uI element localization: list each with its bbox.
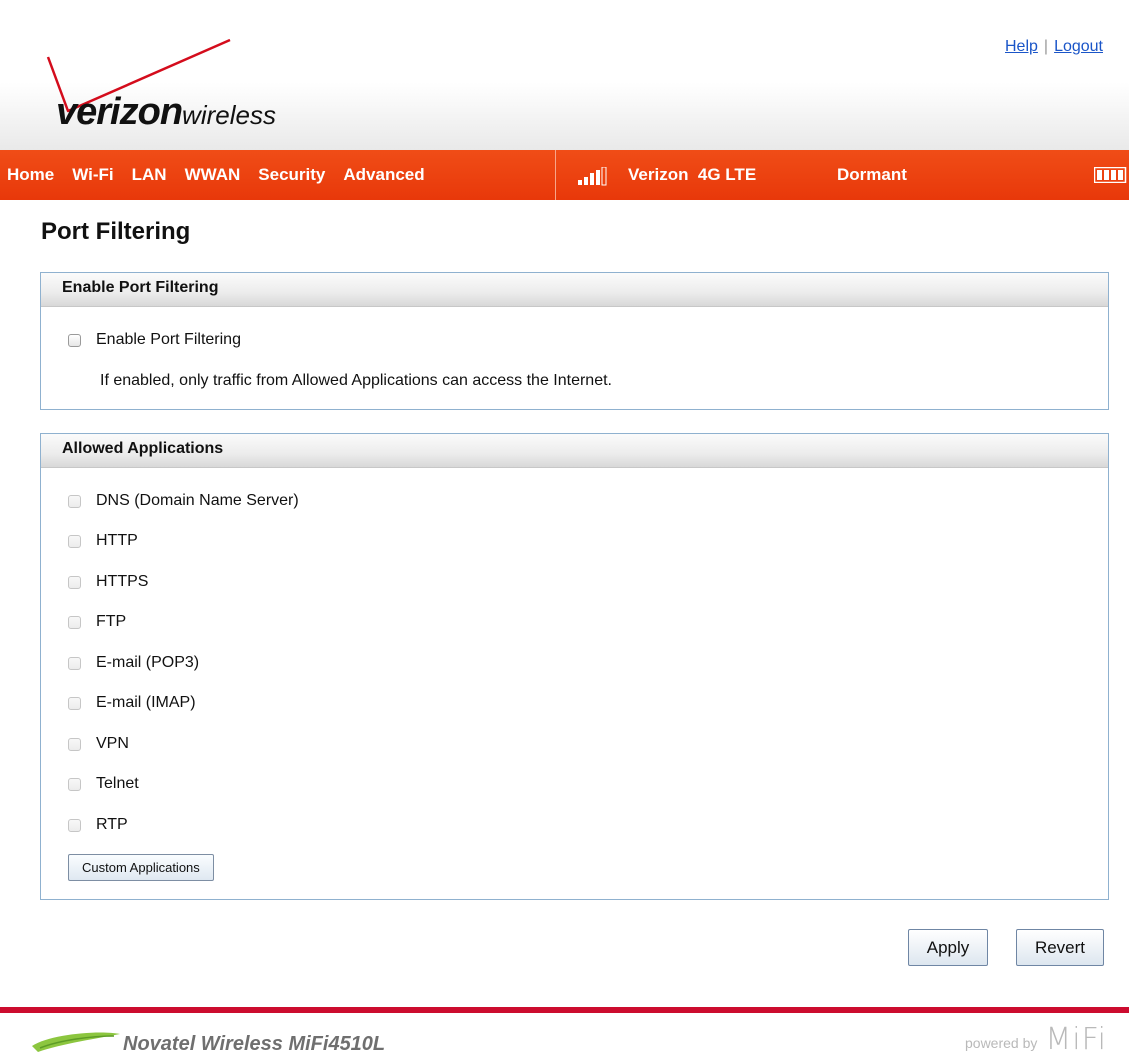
app-checkbox-ftp[interactable] — [68, 615, 81, 629]
footer-product-name: Novatel Wireless MiFi4510L — [123, 1033, 386, 1055]
powered-by-text: powered by — [965, 1035, 1038, 1051]
revert-button[interactable]: Revert — [1016, 929, 1104, 966]
nav-item-lan[interactable]: LAN — [123, 165, 176, 185]
verizon-wireless-logo: verizonwireless — [40, 35, 360, 145]
nav-divider — [555, 150, 556, 200]
app-label: E-mail (IMAP) — [96, 694, 196, 711]
top-links-separator: | — [1043, 38, 1049, 55]
header: verizonwireless Help | Logout — [0, 0, 1129, 150]
nav-menu: Home Wi-Fi LAN WWAN Security Advanced — [0, 150, 434, 200]
app-label: RTP — [96, 816, 128, 833]
powered-by-mifi-logo: powered by MiFi — [965, 1022, 1107, 1057]
app-row-email-imap[interactable]: E-mail (IMAP) — [68, 694, 196, 712]
top-links: Help | Logout — [1005, 38, 1103, 56]
enable-port-filtering-label: Enable Port Filtering — [96, 331, 241, 348]
app-checkbox-rtp[interactable] — [68, 818, 81, 832]
app-checkbox-telnet[interactable] — [68, 777, 81, 791]
enable-port-filtering-row[interactable]: Enable Port Filtering — [68, 331, 241, 349]
app-checkbox-email-imap[interactable] — [68, 696, 81, 710]
app-row-dns[interactable]: DNS (Domain Name Server) — [68, 492, 299, 510]
app-row-vpn[interactable]: VPN — [68, 735, 129, 753]
carrier-name: Verizon 4G LTE — [628, 165, 757, 184]
app-label: E-mail (POP3) — [96, 654, 200, 671]
nav-item-security[interactable]: Security — [249, 165, 334, 185]
app-checkbox-dns[interactable] — [68, 494, 81, 508]
app-checkbox-https[interactable] — [68, 575, 81, 589]
app-row-telnet[interactable]: Telnet — [68, 775, 139, 793]
app-row-https[interactable]: HTTPS — [68, 573, 148, 591]
app-label: DNS (Domain Name Server) — [96, 492, 299, 509]
mifi-logo-text: MiFi — [1045, 1022, 1108, 1057]
app-row-http[interactable]: HTTP — [68, 532, 138, 550]
app-checkbox-http[interactable] — [68, 534, 81, 548]
custom-applications-button[interactable]: Custom Applications — [68, 854, 214, 881]
main-nav-bar: Home Wi-Fi LAN WWAN Security Advanced Ve… — [0, 150, 1129, 200]
logo-text-main: verizon — [56, 91, 183, 133]
enable-port-filtering-panel: Enable Port Filtering Enable Port Filter… — [40, 272, 1109, 410]
allowed-applications-panel: Allowed Applications DNS (Domain Name Se… — [40, 433, 1109, 900]
app-row-email-pop3[interactable]: E-mail (POP3) — [68, 654, 199, 672]
app-checkbox-email-pop3[interactable] — [68, 656, 81, 670]
nav-item-wwan[interactable]: WWAN — [176, 165, 250, 185]
footer-divider — [0, 1007, 1129, 1013]
signal-bars-icon — [578, 167, 607, 186]
app-checkbox-vpn[interactable] — [68, 737, 81, 751]
app-label: VPN — [96, 735, 129, 752]
novatel-swoosh-icon — [32, 1032, 120, 1052]
nav-item-advanced[interactable]: Advanced — [334, 165, 433, 185]
nav-item-wifi[interactable]: Wi-Fi — [63, 165, 122, 185]
apply-button[interactable]: Apply — [908, 929, 988, 966]
logout-link[interactable]: Logout — [1054, 38, 1103, 55]
port-filtering-hint: If enabled, only traffic from Allowed Ap… — [100, 372, 612, 389]
panel-heading: Enable Port Filtering — [41, 273, 1108, 307]
help-link[interactable]: Help — [1005, 38, 1038, 55]
logo-text-sub: wireless — [182, 100, 276, 130]
app-label: FTP — [96, 613, 127, 630]
app-row-rtp[interactable]: RTP — [68, 816, 128, 834]
panel-heading: Allowed Applications — [41, 434, 1108, 468]
nav-item-home[interactable]: Home — [0, 165, 63, 185]
enable-port-filtering-checkbox[interactable] — [68, 333, 81, 347]
app-label: HTTPS — [96, 573, 149, 590]
app-label: HTTP — [96, 532, 138, 549]
app-label: Telnet — [96, 775, 139, 792]
battery-icon — [1094, 167, 1127, 183]
connection-state: Dormant — [837, 165, 907, 184]
page-title: Port Filtering — [41, 218, 191, 245]
app-row-ftp[interactable]: FTP — [68, 613, 126, 631]
